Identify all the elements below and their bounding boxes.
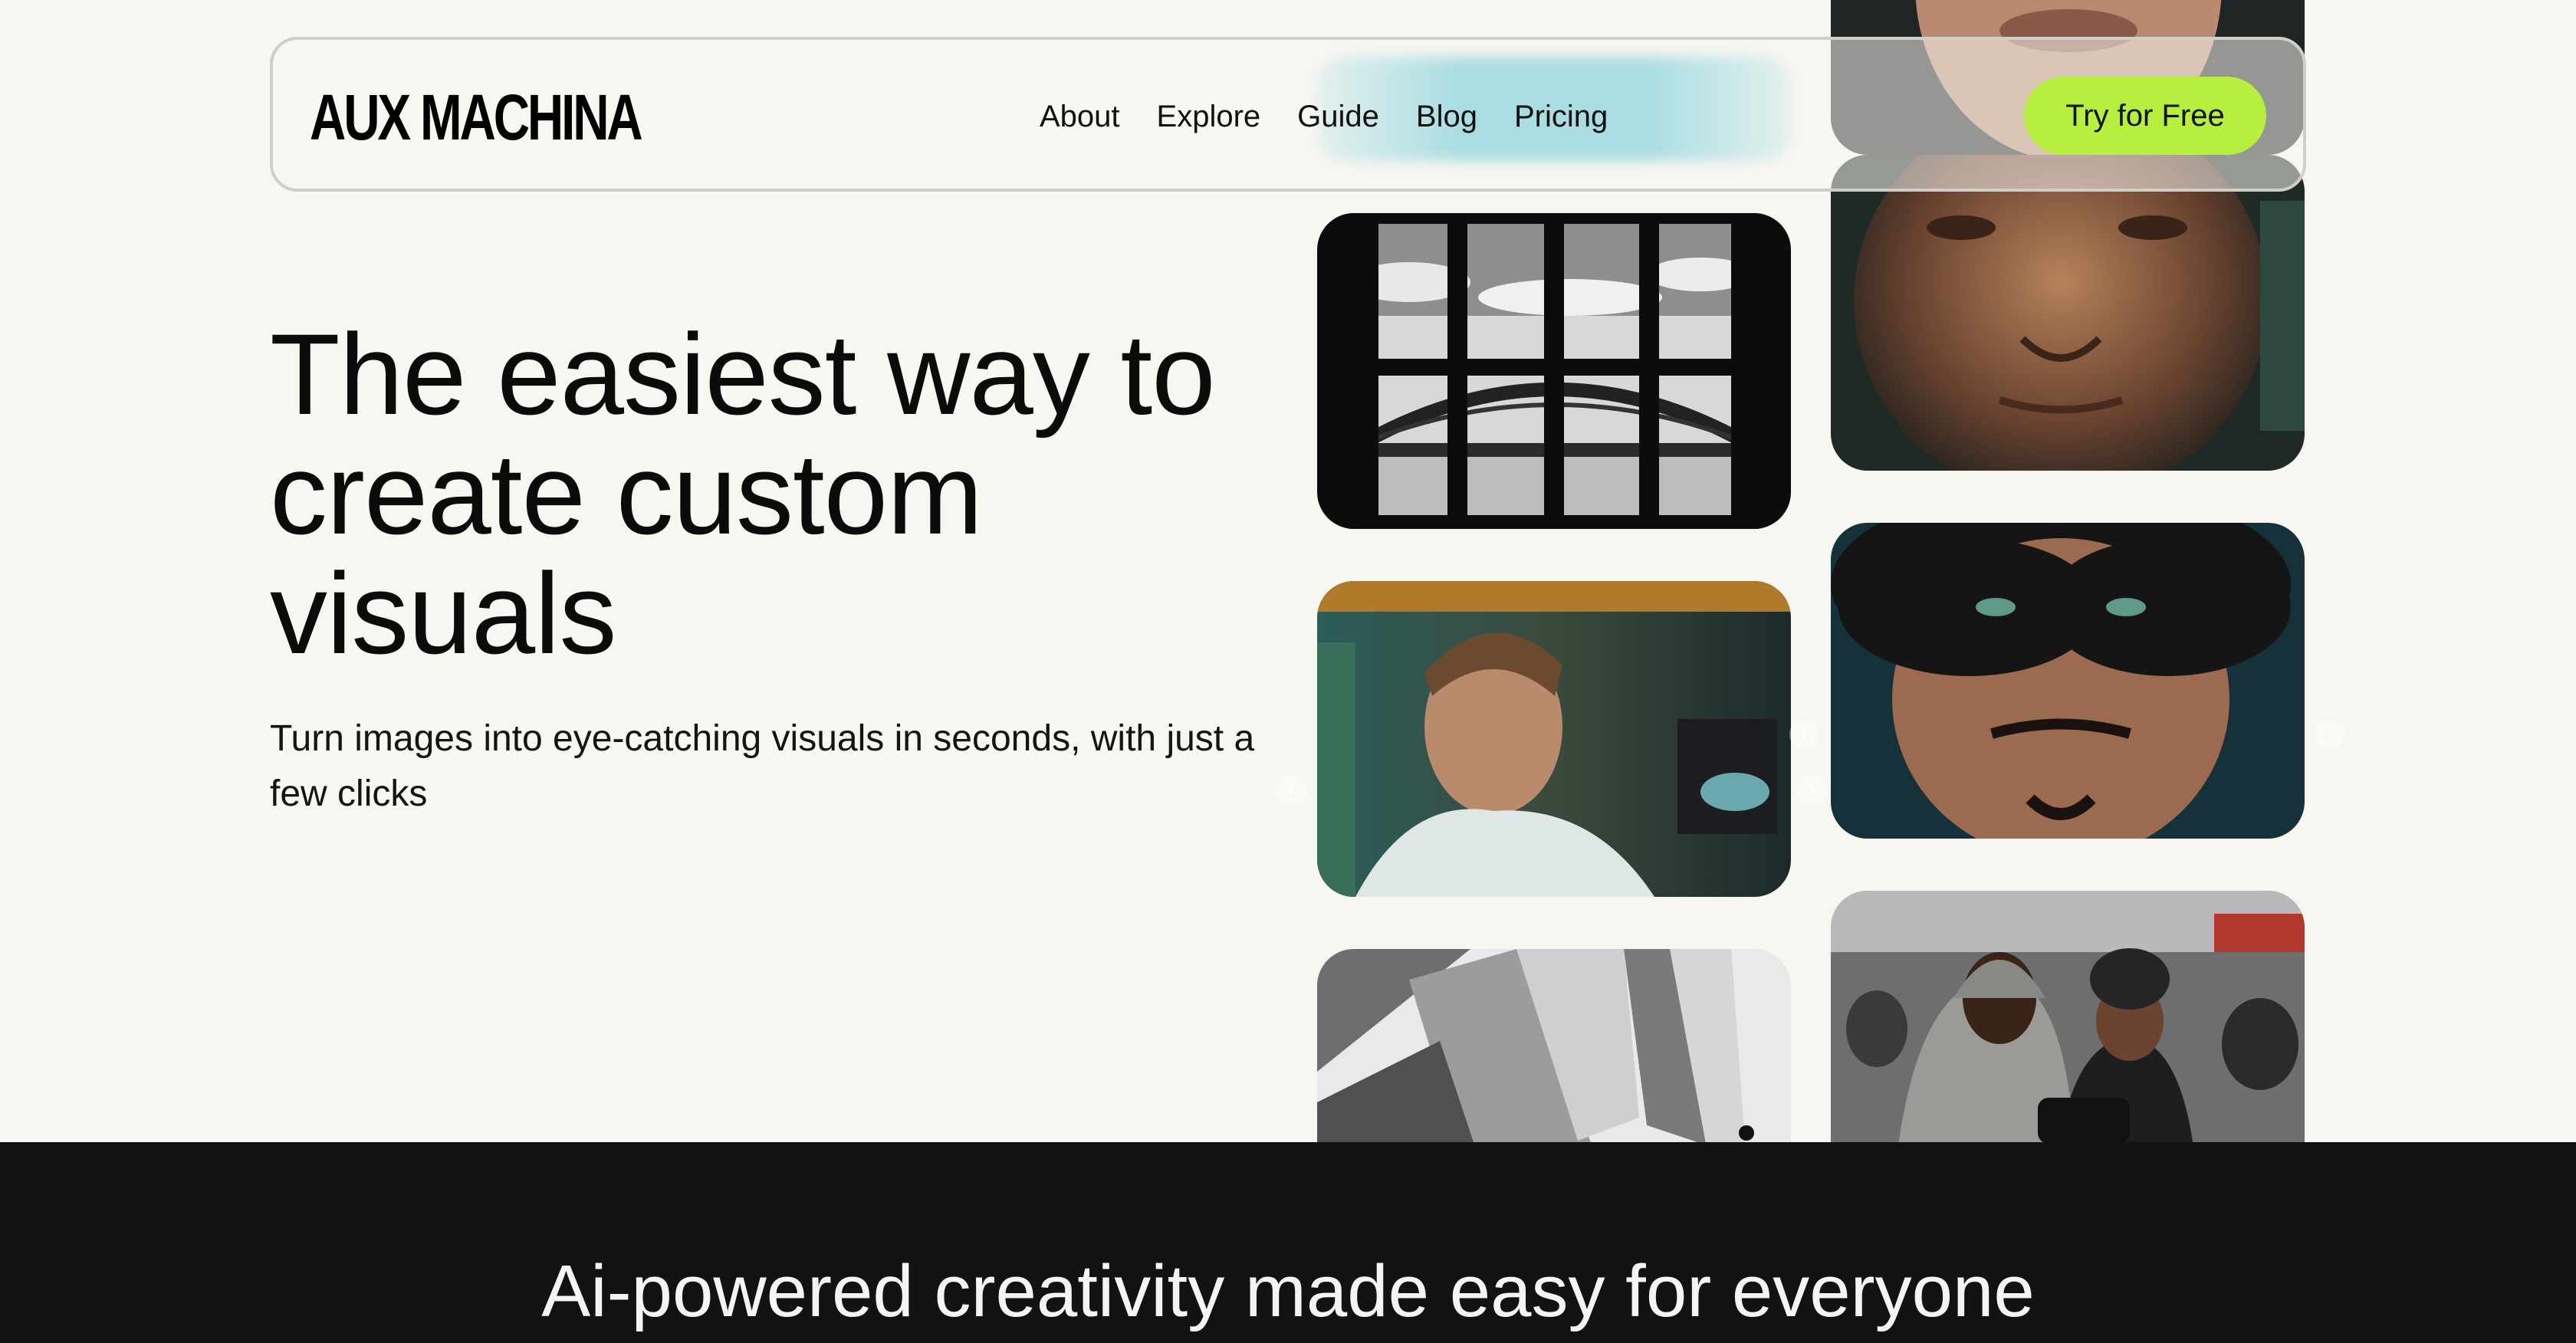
carousel-prev-left-icon[interactable]: ‹ xyxy=(1276,774,1306,805)
gallery-card-man[interactable] xyxy=(1317,581,1791,897)
gallery-card-elderly-man[interactable] xyxy=(1831,155,2305,471)
carousel-prev-right-icon[interactable]: ‹ xyxy=(1789,719,1820,750)
landing-page: ‹ › ‹ › AUX MACHINA About Explore Guide … xyxy=(0,0,2576,1343)
main-nav: About Explore Guide Blog Pricing xyxy=(1040,94,1608,140)
carousel-next-left-icon[interactable]: › xyxy=(1797,774,1828,805)
section-title: Ai-powered creativity made easy for ever… xyxy=(541,1250,2035,1332)
man-portrait-photo-icon xyxy=(1317,581,1791,897)
carousel-next-right-icon[interactable]: › xyxy=(2314,719,2344,750)
nav-link-blog[interactable]: Blog xyxy=(1416,94,1477,140)
top-navbar: AUX MACHINA About Explore Guide Blog Pri… xyxy=(270,37,2306,192)
nav-link-pricing[interactable]: Pricing xyxy=(1514,94,1608,140)
try-for-free-button[interactable]: Try for Free xyxy=(2024,77,2266,155)
young-man-portrait-photo-icon xyxy=(1831,523,2305,839)
elderly-man-portrait-photo-icon xyxy=(1831,155,2305,471)
gallery-card-bridge[interactable] xyxy=(1317,213,1791,529)
bridge-window-photo-icon xyxy=(1317,213,1791,529)
nav-link-guide[interactable]: Guide xyxy=(1297,94,1379,140)
brand-logo[interactable]: AUX MACHINA xyxy=(310,83,643,152)
features-section: Ai-powered creativity made easy for ever… xyxy=(0,1142,2576,1343)
nav-link-about[interactable]: About xyxy=(1040,94,1120,140)
gallery-card-young-man[interactable] xyxy=(1831,523,2305,839)
hero-title: The easiest way to create custom visuals xyxy=(270,310,1216,678)
nav-link-explore[interactable]: Explore xyxy=(1157,94,1261,140)
hero-subtitle: Turn images into eye-catching visuals in… xyxy=(270,718,1255,814)
